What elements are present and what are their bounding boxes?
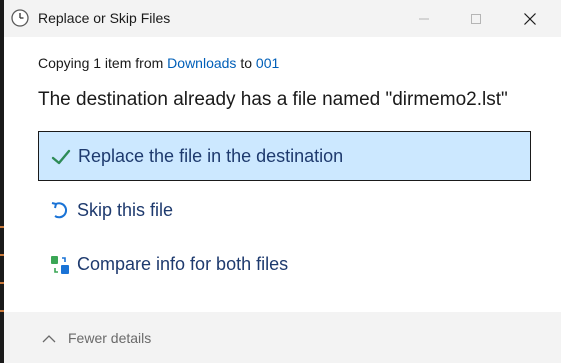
source-folder-link[interactable]: Downloads [167,55,236,71]
maximize-icon [471,13,481,24]
target-folder-link[interactable]: 001 [256,55,279,71]
clock-icon [10,8,30,28]
fewer-details-toggle[interactable]: Fewer details [68,330,151,346]
minimize-icon [419,18,429,19]
replace-skip-dialog: Replace or Skip Files Copying 1 item fro… [4,0,561,363]
compare-files-label: Compare info for both files [77,254,289,274]
skip-file-label: Skip this file [77,200,174,220]
skip-file-option[interactable]: Skip this file [38,186,531,236]
chevron-up-icon[interactable] [42,331,56,343]
close-button[interactable] [507,0,553,37]
copy-status-middle: to [236,55,256,71]
window-title: Replace or Skip Files [38,10,171,26]
compare-icon [49,254,71,276]
copy-status: Copying 1 item from Downloads to 001 [38,55,279,71]
compare-files-option[interactable]: Compare info for both files [38,240,531,290]
replace-file-label: Replace the file in the destination [78,146,344,166]
copy-status-prefix: Copying 1 item from [38,55,168,71]
checkmark-icon [50,146,72,168]
replace-file-option[interactable]: Replace the file in the destination [38,131,531,181]
minimize-button[interactable] [401,0,447,37]
close-icon [524,12,536,25]
title-bar[interactable]: Replace or Skip Files [4,0,561,37]
skip-arrow-icon [49,200,71,222]
maximize-button[interactable] [453,0,499,37]
dialog-footer: Fewer details [4,312,561,363]
conflict-message: The destination already has a file named… [38,89,508,110]
